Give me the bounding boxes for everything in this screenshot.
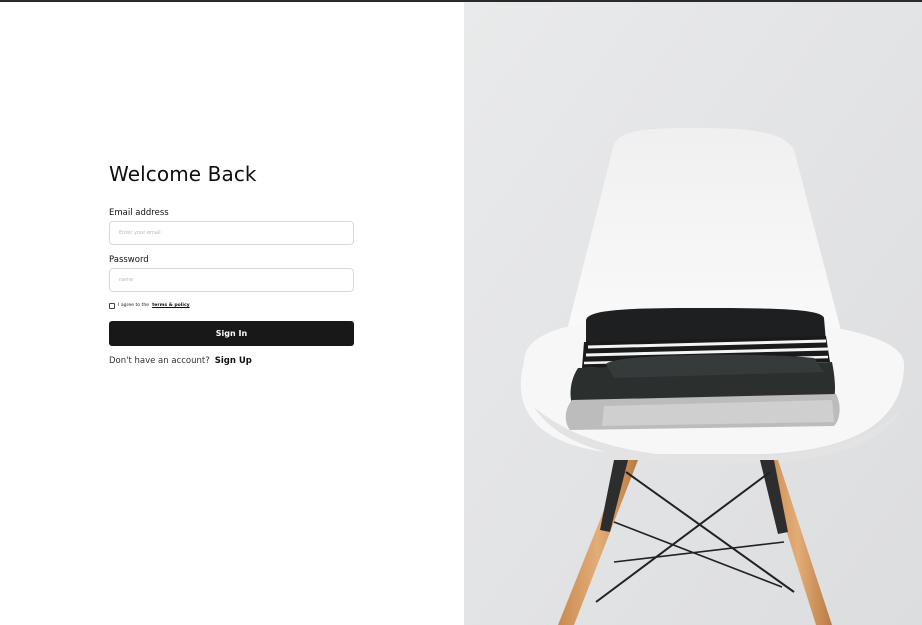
page-title: Welcome Back xyxy=(109,162,257,186)
terms-checkbox[interactable] xyxy=(109,302,115,309)
chair-photo-image xyxy=(464,2,922,625)
password-field[interactable] xyxy=(109,268,354,292)
terms-row: I agree to the terms & policy xyxy=(109,301,354,310)
login-form: Welcome Back Email address Password I ag… xyxy=(109,160,354,366)
password-label: Password xyxy=(109,255,149,265)
hero-image-panel xyxy=(464,2,922,625)
email-label: Email address xyxy=(109,208,169,218)
email-field[interactable] xyxy=(109,221,354,245)
sign-in-button[interactable]: Sign In xyxy=(109,321,354,346)
terms-prefix: I agree to the xyxy=(118,302,150,308)
signup-prompt: Don't have an account? xyxy=(109,356,210,366)
signup-row: Don't have an account? Sign Up xyxy=(109,356,354,366)
sign-up-link[interactable]: Sign Up xyxy=(215,356,252,366)
terms-link[interactable]: terms & policy xyxy=(152,303,190,308)
